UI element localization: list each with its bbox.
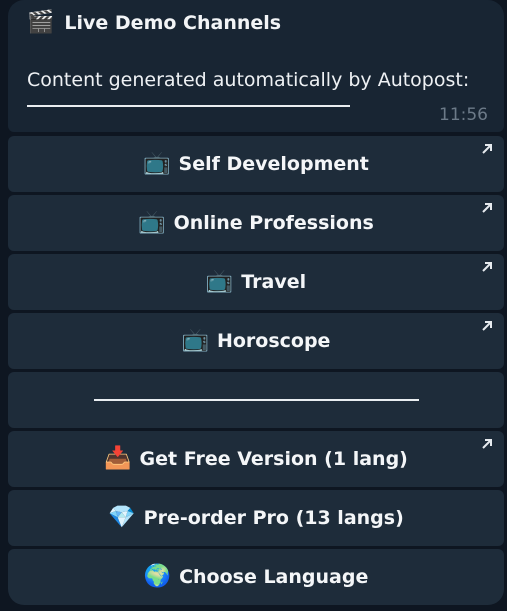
message-bubble: 🎬 Live Demo Channels Content generated a… (8, 0, 504, 132)
message-title-text: Live Demo Channels (64, 12, 282, 34)
self-development-button[interactable]: 📺 Self Development (8, 136, 504, 192)
horoscope-button[interactable]: 📺 Horoscope (8, 313, 504, 369)
arrow-up-right-icon (482, 439, 492, 449)
television-icon: 📺 (205, 269, 234, 294)
arrow-up-right-icon (482, 144, 492, 154)
arrow-up-right-icon (482, 262, 492, 272)
message-title: 🎬 Live Demo Channels (27, 10, 282, 35)
divider-button[interactable] (8, 372, 504, 428)
arrow-up-right-icon (482, 203, 492, 213)
gem-icon: 💎 (108, 505, 136, 530)
get-free-version-button[interactable]: 📥 Get Free Version (1 lang) (8, 431, 504, 487)
button-label: Online Professions (173, 212, 374, 234)
television-icon: 📺 (138, 210, 166, 235)
television-icon: 📺 (143, 151, 171, 176)
message-text: Content generated automatically by Autop… (27, 69, 470, 91)
button-label: Pre-order Pro (13 langs) (143, 507, 404, 529)
divider-line (93, 399, 419, 401)
clapper-board-icon: 🎬 (27, 10, 55, 35)
button-label: Choose Language (179, 566, 369, 588)
message-separator (27, 105, 350, 107)
online-professions-button[interactable]: 📺 Online Professions (8, 195, 504, 251)
button-label: Get Free Version (1 lang) (139, 448, 408, 470)
travel-button[interactable]: 📺 Travel (8, 254, 504, 310)
television-icon: 📺 (181, 328, 209, 353)
inbox-tray-icon: 📥 (104, 446, 132, 471)
pre-order-pro-button[interactable]: 💎 Pre-order Pro (13 langs) (8, 490, 504, 546)
message-timestamp: 11:56 (439, 105, 488, 125)
arrow-up-right-icon (482, 321, 492, 331)
button-label: Self Development (178, 153, 369, 175)
globe-icon: 🌍 (143, 564, 172, 589)
chat-view: 🎬 Live Demo Channels Content generated a… (0, 0, 507, 611)
button-label: Travel (241, 271, 307, 293)
button-label: Horoscope (216, 330, 331, 352)
choose-language-button[interactable]: 🌍 Choose Language (8, 549, 504, 605)
